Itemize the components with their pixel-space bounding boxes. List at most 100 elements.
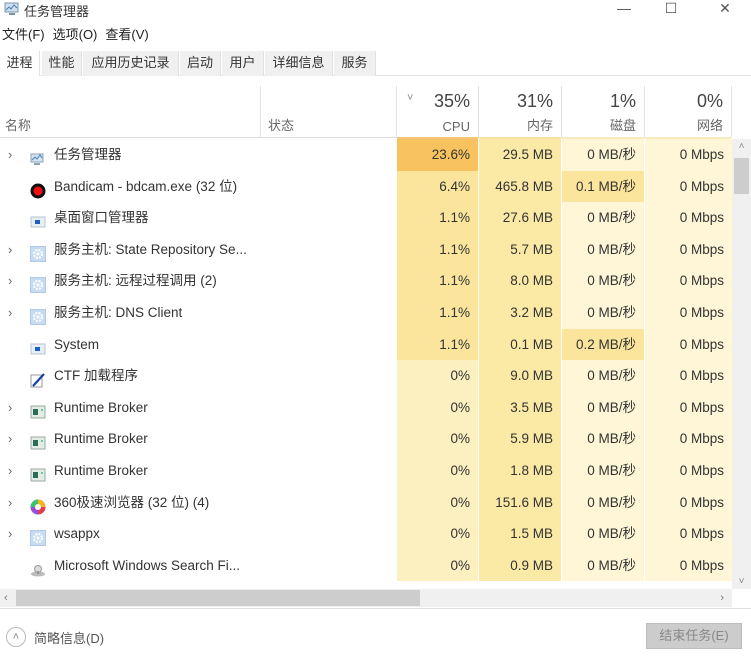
process-name-cell[interactable]: Microsoft Windows Search Fi... bbox=[0, 549, 396, 582]
column-memory[interactable]: 31% 内存 bbox=[479, 86, 562, 139]
network-value: 0 Mbps bbox=[645, 202, 732, 234]
process-name-cell[interactable]: › 服务主机: State Repository Se... bbox=[0, 233, 396, 266]
process-name-cell[interactable]: CTF 加载程序 bbox=[0, 360, 396, 392]
tab-processes[interactable]: 进程 bbox=[0, 51, 40, 76]
process-name-cell[interactable]: › wsappx bbox=[0, 518, 396, 550]
process-name-cell[interactable]: › Runtime Broker bbox=[0, 423, 396, 455]
network-value: 0 Mbps bbox=[645, 518, 732, 550]
expand-chevron-icon[interactable]: › bbox=[8, 297, 18, 329]
scroll-left-icon[interactable]: ‹ bbox=[4, 589, 8, 607]
expand-chevron-icon[interactable]: › bbox=[8, 392, 18, 424]
vertical-scroll-thumb[interactable] bbox=[734, 158, 749, 194]
runtime-broker-icon bbox=[30, 400, 46, 419]
expand-chevron-icon[interactable]: › bbox=[8, 487, 18, 519]
column-name[interactable]: 名称 bbox=[0, 86, 261, 138]
scroll-down-icon[interactable]: ˅ bbox=[732, 576, 751, 587]
cpu-value: 1.1% bbox=[397, 202, 478, 234]
process-row[interactable]: Bandicam - bdcam.exe (32 位) 6.4% 465.8 MB 0… bbox=[0, 170, 732, 203]
menu-file[interactable]: 文件(F) bbox=[0, 24, 47, 44]
title-bar: 任务管理器 — ☐ ✕ bbox=[0, 0, 751, 22]
network-value: 0 Mbps bbox=[645, 391, 732, 424]
process-row[interactable]: 桌面窗口管理器 1.1% 27.6 MB 0 MB/秒 0 Mbps bbox=[0, 202, 732, 234]
menu-options[interactable]: 选项(O) bbox=[51, 24, 100, 44]
process-row[interactable]: › Runtime Broker 0% 5.9 MB 0 MB/秒 0 Mbps bbox=[0, 423, 732, 455]
memory-value: 465.8 MB bbox=[479, 170, 561, 203]
ctf-pen-icon bbox=[30, 368, 46, 388]
column-disk[interactable]: 1% 磁盘 bbox=[562, 86, 645, 139]
process-row[interactable]: › 服务主机: State Repository Se... 1.1% 5.7 MB 0… bbox=[0, 233, 732, 266]
process-row[interactable]: › 服务主机: 远程过程调用 (2) 1.1% 8.0 MB 0 MB/秒 0 Mbps bbox=[0, 265, 732, 297]
tab-app-history[interactable]: 应用历史记录 bbox=[83, 51, 179, 76]
expand-chevron-icon[interactable]: › bbox=[8, 455, 18, 487]
process-name-cell[interactable]: › Runtime Broker bbox=[0, 455, 396, 487]
process-name-cell[interactable]: › Runtime Broker bbox=[0, 391, 396, 424]
cpu-value: 0% bbox=[397, 455, 478, 487]
scroll-up-icon[interactable]: ˄ bbox=[732, 141, 751, 152]
process-row[interactable]: Microsoft Windows Search Fi... 0% 0.9 MB 0 … bbox=[0, 549, 732, 582]
horizontal-scrollbar[interactable]: ‹ › bbox=[0, 589, 732, 607]
system-window-icon bbox=[30, 337, 46, 355]
expand-chevron-icon[interactable]: › bbox=[8, 139, 18, 171]
memory-value: 5.9 MB bbox=[479, 423, 561, 455]
scroll-right-icon[interactable]: › bbox=[720, 589, 724, 607]
expand-chevron-icon[interactable]: › bbox=[8, 265, 18, 297]
tab-performance[interactable]: 性能 bbox=[42, 51, 82, 76]
process-name: wsappx bbox=[54, 526, 100, 542]
network-value: 0 Mbps bbox=[645, 360, 732, 392]
network-value: 0 Mbps bbox=[645, 486, 732, 519]
close-button[interactable]: ✕ bbox=[702, 0, 748, 20]
network-value: 0 Mbps bbox=[645, 233, 732, 266]
service-gear-icon bbox=[29, 242, 47, 263]
expand-chevron-icon[interactable]: › bbox=[8, 234, 18, 266]
maximize-button[interactable]: ☐ bbox=[648, 0, 694, 20]
tab-details[interactable]: 详细信息 bbox=[265, 51, 333, 76]
process-row[interactable]: › wsappx 0% 1.5 MB 0 MB/秒 0 Mbps bbox=[0, 518, 732, 550]
tab-users[interactable]: 用户 bbox=[222, 51, 264, 76]
process-row[interactable]: › 任务管理器 23.6% 29.5 MB 0 MB/秒 0 Mbps bbox=[0, 139, 732, 171]
network-value: 0 Mbps bbox=[645, 455, 732, 487]
fewer-details-button[interactable]: ˄ 简略信息(D) bbox=[6, 626, 104, 648]
process-row[interactable]: › 360极速浏览器 (32 位) (4) 0% 151.6 MB 0 MB/秒 0 Mb… bbox=[0, 486, 732, 519]
cpu-value: 1.1% bbox=[397, 297, 478, 329]
process-row[interactable]: System 1.1% 0.1 MB 0.2 MB/秒 0 Mbps bbox=[0, 328, 732, 361]
expand-chevron-icon[interactable]: › bbox=[8, 423, 18, 455]
cpu-value: 1.1% bbox=[397, 328, 478, 361]
process-row[interactable]: › Runtime Broker 0% 3.5 MB 0 MB/秒 0 Mbps bbox=[0, 391, 732, 424]
process-name-cell[interactable]: 桌面窗口管理器 bbox=[0, 202, 396, 234]
process-name: 服务主机: State Repository Se... bbox=[54, 241, 247, 257]
search-filter-icon bbox=[30, 558, 46, 577]
process-name-cell[interactable]: System bbox=[0, 328, 396, 361]
sort-chevron-icon: ˅ bbox=[407, 92, 414, 104]
cpu-total: 35% bbox=[433, 91, 470, 111]
menu-view[interactable]: 查看(V) bbox=[103, 24, 150, 44]
column-network[interactable]: 0% 网络 bbox=[645, 86, 732, 139]
disk-value: 0 MB/秒 bbox=[562, 455, 644, 487]
process-row[interactable]: › Runtime Broker 0% 1.8 MB 0 MB/秒 0 Mbps bbox=[0, 455, 732, 487]
process-name: 服务主机: DNS Client bbox=[54, 305, 183, 320]
tab-startup[interactable]: 启动 bbox=[180, 51, 221, 76]
column-status[interactable]: 状态 bbox=[261, 86, 397, 138]
memory-value: 3.5 MB bbox=[479, 391, 561, 424]
cpu-value: 0% bbox=[397, 518, 478, 550]
process-name-cell[interactable]: › 服务主机: 远程过程调用 (2) bbox=[0, 265, 396, 297]
process-name-cell[interactable]: › 360极速浏览器 (32 位) (4) bbox=[0, 486, 396, 519]
minimize-button[interactable]: — bbox=[601, 0, 647, 20]
end-task-button[interactable]: 结束任务(E) bbox=[646, 623, 742, 649]
horizontal-scroll-thumb[interactable] bbox=[16, 590, 420, 606]
tab-services[interactable]: 服务 bbox=[334, 51, 376, 76]
process-name-cell[interactable]: Bandicam - bdcam.exe (32 位) bbox=[0, 170, 396, 203]
process-row[interactable]: CTF 加载程序 0% 9.0 MB 0 MB/秒 0 Mbps bbox=[0, 360, 732, 392]
expand-chevron-icon[interactable]: › bbox=[8, 518, 18, 550]
process-name: 服务主机: 远程过程调用 (2) bbox=[54, 273, 217, 289]
cpu-value: 0% bbox=[397, 423, 478, 455]
runtime-broker-icon bbox=[30, 463, 46, 482]
fewer-details-label: 简略信息(D) bbox=[34, 630, 105, 646]
column-cpu[interactable]: ˅ 35% CPU bbox=[397, 86, 479, 139]
system-window-icon bbox=[30, 210, 46, 228]
process-name-cell[interactable]: › 服务主机: DNS Client bbox=[0, 297, 396, 329]
disk-value: 0 MB/秒 bbox=[562, 391, 644, 424]
vertical-scrollbar[interactable]: ˄ ˅ bbox=[732, 139, 751, 589]
process-name-cell[interactable]: › 任务管理器 bbox=[0, 139, 396, 171]
process-row[interactable]: › 服务主机: DNS Client 1.1% 3.2 MB 0 MB/秒 0 Mbps bbox=[0, 297, 732, 329]
memory-value: 8.0 MB bbox=[479, 265, 561, 297]
